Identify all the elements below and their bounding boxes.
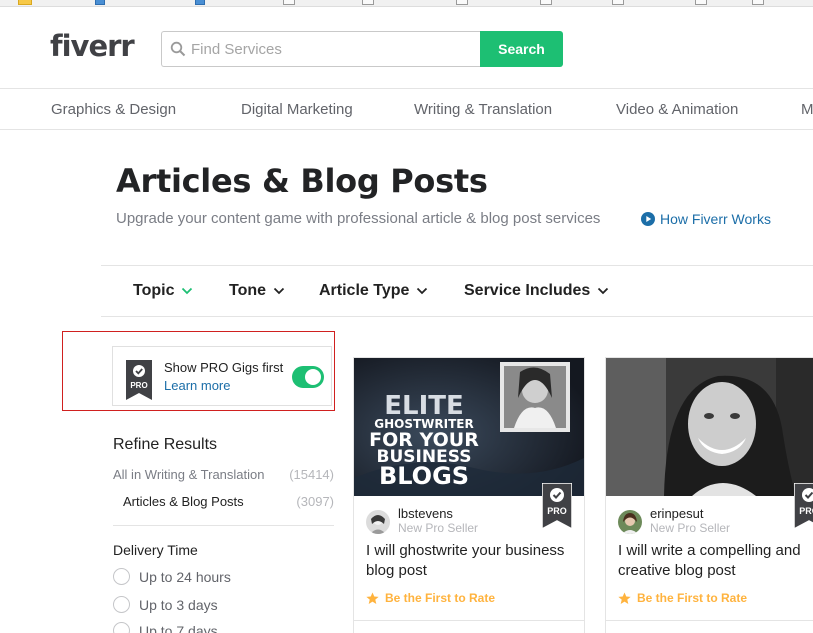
category-writing-translation[interactable]: Writing & Translation [414, 101, 552, 118]
gig-rating: Be the First to Rate [618, 591, 747, 605]
avatar[interactable] [618, 510, 642, 534]
search-icon [170, 41, 186, 57]
category-graphics-design[interactable]: Graphics & Design [51, 101, 176, 118]
rating-label: Be the First to Rate [385, 591, 496, 605]
pro-toggle-box: PRO Show PRO Gigs first Learn more [112, 346, 332, 406]
star-icon [618, 591, 631, 604]
delivery-option-label: Up to 3 days [139, 596, 218, 613]
filter-article-type-label: Article Type [319, 282, 410, 299]
radio-button[interactable] [113, 622, 130, 633]
pro-learn-more-link[interactable]: Learn more [164, 378, 230, 393]
browser-bookmarks-bar [0, 0, 813, 7]
delivery-option-7d[interactable]: Up to 7 days [113, 622, 218, 633]
play-circle-icon [641, 212, 655, 226]
category-digital-marketing[interactable]: Digital Marketing [241, 101, 353, 118]
gig-rating: Be the First to Rate [366, 591, 495, 605]
avatar[interactable] [366, 510, 390, 534]
refine-parent-label: All in Writing & Translation [113, 467, 265, 482]
pro-toggle-label: Show PRO Gigs first [164, 360, 284, 375]
delivery-option-24h[interactable]: Up to 24 hours [113, 568, 231, 585]
refine-current-label: Articles & Blog Posts [123, 494, 244, 509]
filter-service-includes-label: Service Includes [464, 282, 591, 299]
filter-article-type[interactable]: Article Type [319, 282, 428, 300]
star-icon [366, 591, 379, 604]
filter-service-includes[interactable]: Service Includes [464, 282, 609, 300]
pro-badge-label: PRO [547, 506, 567, 516]
toggle-knob [305, 369, 321, 385]
seller-name[interactable]: erinpesut [650, 506, 730, 521]
gig-card[interactable]: PRO erinpesut New Pro Seller I will writ… [605, 357, 813, 633]
gig-title[interactable]: I will ghostwrite your business blog pos… [366, 541, 576, 581]
category-video-animation[interactable]: Video & Animation [616, 101, 738, 118]
search-box [161, 31, 481, 67]
seller-name[interactable]: lbstevens [398, 506, 478, 521]
rating-label: Be the First to Rate [637, 591, 748, 605]
pro-badge-icon: PRO [126, 360, 152, 400]
gig-thumbnail[interactable]: ELITE GHOSTWRITER FOR YOUR BUSINESS BLOG… [354, 358, 584, 496]
refine-current-category[interactable]: Articles & Blog Posts (3097) [123, 494, 334, 509]
gig-thumbnail-graphic [606, 358, 813, 496]
pro-badge-icon: PRO [794, 483, 813, 529]
refine-parent-category[interactable]: All in Writing & Translation (15414) [113, 467, 334, 482]
refine-parent-count: (15414) [289, 467, 334, 482]
seller-level: New Pro Seller [398, 521, 479, 535]
delivery-option-label: Up to 24 hours [139, 568, 231, 585]
refine-divider [113, 525, 334, 526]
gig-thumbnail[interactable] [606, 358, 813, 496]
delivery-time-title: Delivery Time [113, 542, 198, 558]
delivery-option-label: Up to 7 days [139, 622, 218, 633]
category-music-truncated[interactable]: M [801, 101, 813, 118]
filter-topic[interactable]: Topic [133, 282, 193, 300]
card-footer-divider [606, 620, 813, 621]
seller-info: erinpesut New Pro Seller [618, 506, 730, 536]
pro-badge-label: PRO [799, 506, 813, 516]
how-fiverr-works-label: How Fiverr Works [660, 211, 771, 227]
delivery-option-3d[interactable]: Up to 3 days [113, 596, 218, 613]
gig-title[interactable]: I will write a compelling and creative b… [618, 541, 813, 581]
filter-tone-label: Tone [229, 282, 267, 299]
site-header: fiverr Search [0, 7, 813, 89]
how-fiverr-works-link[interactable]: How Fiverr Works [641, 211, 771, 227]
chevron-down-icon [182, 287, 193, 295]
search-button[interactable]: Search [480, 31, 563, 67]
card-footer-divider [354, 620, 584, 621]
category-nav: Graphics & Design Digital Marketing Writ… [0, 90, 813, 130]
seller-level: New Pro Seller [650, 521, 731, 535]
radio-button[interactable] [113, 568, 130, 585]
search-input[interactable] [191, 32, 476, 66]
refine-current-count: (3097) [296, 494, 334, 509]
gig-card[interactable]: ELITE GHOSTWRITER FOR YOUR BUSINESS BLOG… [353, 357, 585, 633]
fiverr-logo[interactable]: fiverr [50, 29, 135, 63]
filter-topic-label: Topic [133, 282, 175, 299]
chevron-down-icon [417, 287, 428, 295]
refine-results-title: Refine Results [113, 436, 218, 453]
pro-badge-icon: PRO [542, 483, 572, 529]
radio-button[interactable] [113, 596, 130, 613]
gig-thumbnail-graphic: ELITE GHOSTWRITER FOR YOUR BUSINESS BLOG… [354, 358, 584, 496]
filter-tone[interactable]: Tone [229, 282, 285, 300]
page-title: Articles & Blog Posts [116, 162, 488, 200]
chevron-down-icon [273, 287, 285, 295]
gig-image-line: BLOGS [379, 462, 469, 490]
chevron-down-icon [598, 287, 609, 295]
seller-info: lbstevens New Pro Seller [366, 506, 478, 536]
pro-toggle-switch[interactable] [292, 366, 324, 388]
pro-badge-label: PRO [130, 381, 147, 390]
filter-bar: Topic Tone Article Type Service Includes [101, 265, 813, 317]
page-subtitle: Upgrade your content game with professio… [116, 210, 601, 227]
